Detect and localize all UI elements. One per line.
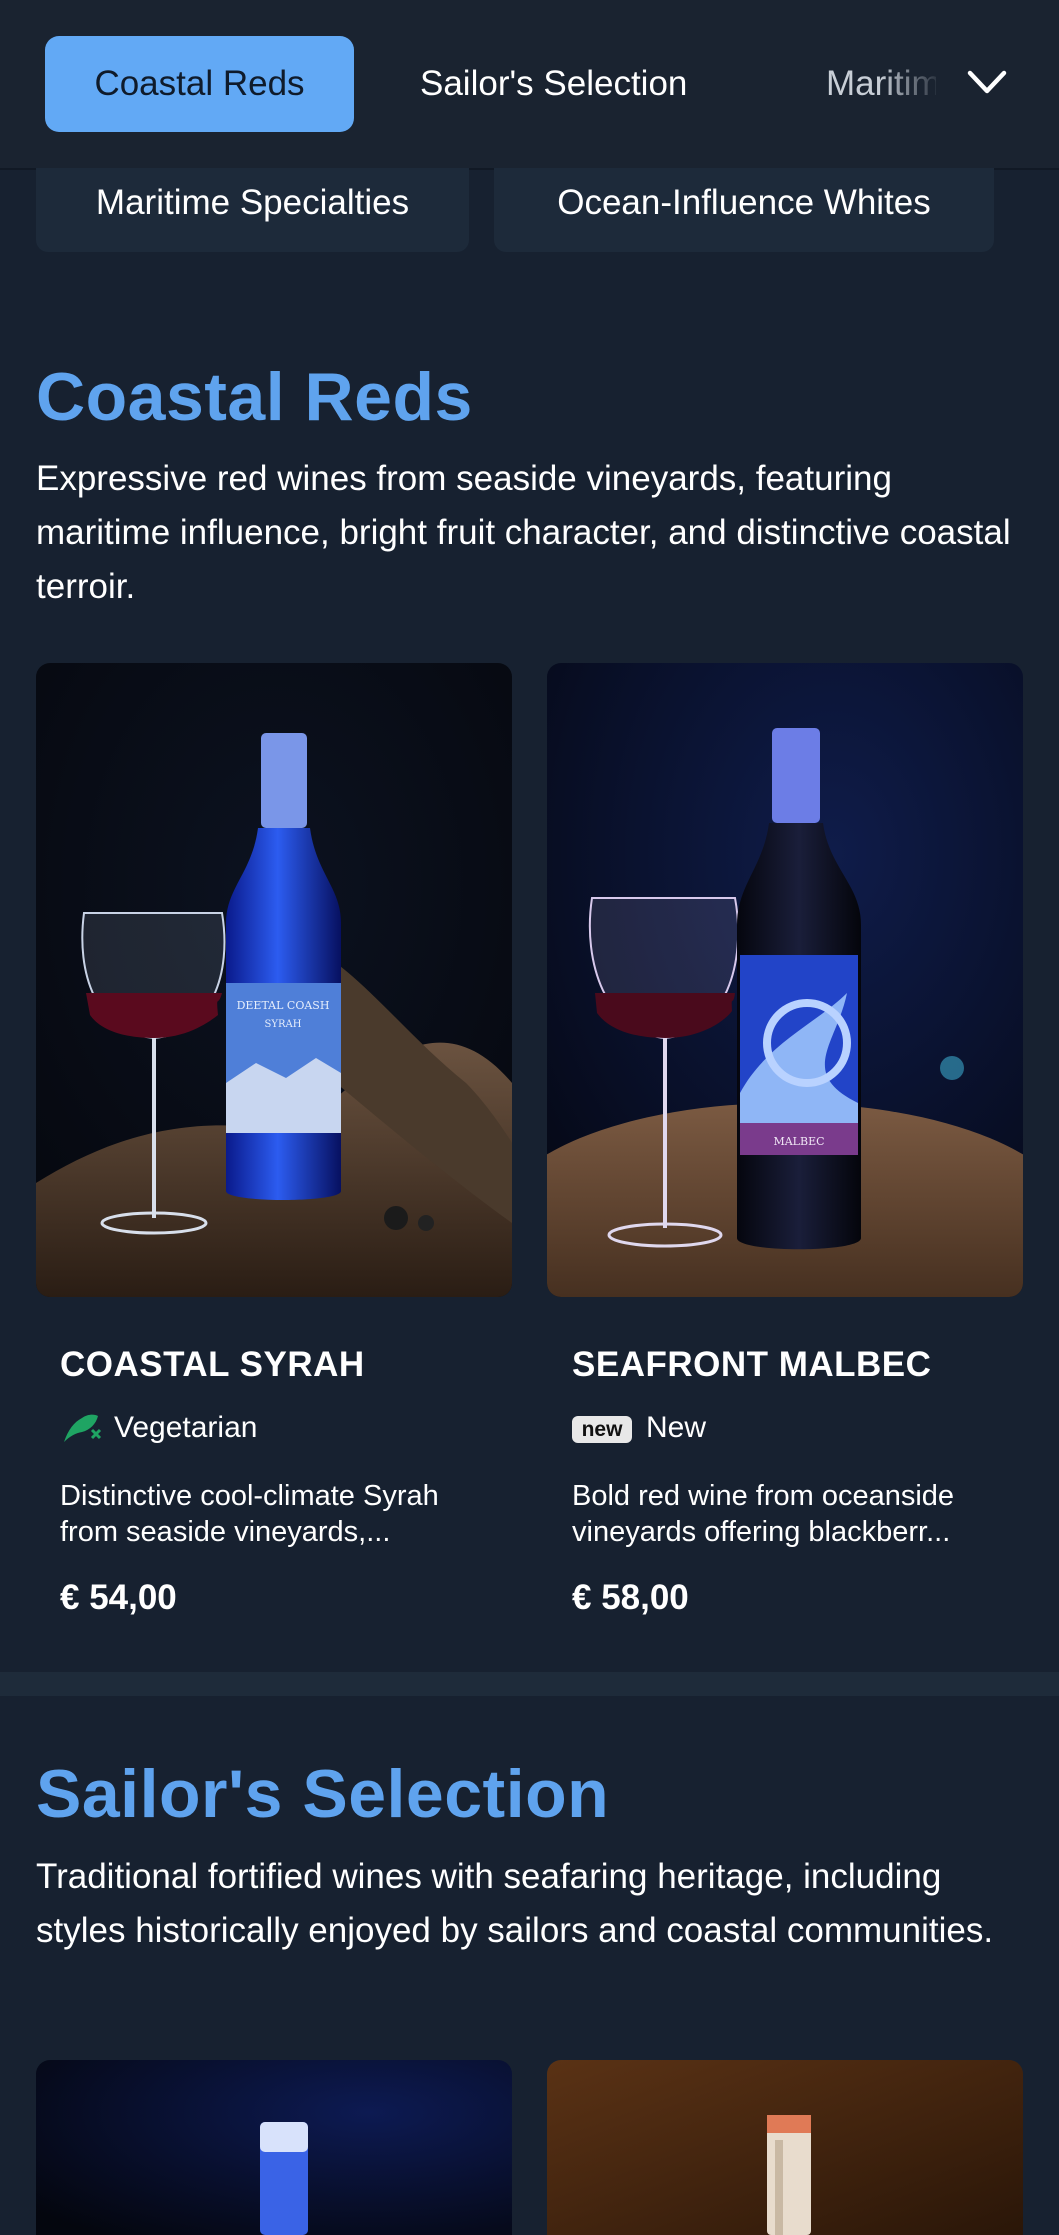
tab-coastal-reds[interactable]: Coastal Reds bbox=[45, 36, 354, 132]
product-image-coastal-syrah[interactable]: DEETAL COASH SYRAH bbox=[36, 663, 512, 1297]
product-price: € 54,00 bbox=[60, 1578, 177, 1617]
section-description: Expressive red wines from seaside vineya… bbox=[36, 459, 1011, 606]
new-badge: new New bbox=[572, 1410, 872, 1446]
vegetarian-icon bbox=[64, 1414, 102, 1442]
chevron-down-icon[interactable] bbox=[964, 64, 1010, 100]
bottle-label-text: SYRAH bbox=[265, 1019, 302, 1030]
tab-fade bbox=[880, 36, 970, 132]
bottle-label-text: MALBEC bbox=[773, 1135, 824, 1148]
badge-label: New bbox=[646, 1411, 707, 1444]
section-description: Traditional fortified wines with seafari… bbox=[36, 1857, 994, 1950]
tab-sailors-selection[interactable]: Sailor's Selection bbox=[420, 36, 687, 132]
product-image[interactable] bbox=[36, 2060, 512, 2235]
more-categories: Maritime Specialties Ocean-Influence Whi… bbox=[0, 168, 1059, 252]
product-description: Bold red wine from oceanside bbox=[572, 1480, 955, 1512]
section-title: Sailor's Selection bbox=[36, 1756, 610, 1832]
product-name[interactable]: COASTAL SYRAH bbox=[60, 1345, 365, 1385]
vegetarian-badge: Vegetarian bbox=[60, 1410, 360, 1446]
category-nav: Coastal Reds Sailor's Selection Maritime… bbox=[0, 0, 1059, 170]
section-title: Coastal Reds bbox=[36, 359, 473, 435]
product-name[interactable]: SEAFRONT MALBEC bbox=[572, 1345, 931, 1385]
badge-label: Vegetarian bbox=[114, 1411, 258, 1444]
product-description: from seaside vineyards,... bbox=[60, 1516, 391, 1548]
product-description: Distinctive cool-climate Syrah bbox=[60, 1480, 439, 1512]
chip-maritime-specialties[interactable]: Maritime Specialties bbox=[36, 168, 469, 252]
product-image[interactable] bbox=[547, 2060, 1023, 2235]
section-divider bbox=[0, 1672, 1059, 1696]
chip-ocean-influence-whites[interactable]: Ocean-Influence Whites bbox=[494, 168, 994, 252]
new-badge-icon: new bbox=[572, 1416, 632, 1443]
bottle-label-text: DEETAL COASH bbox=[237, 999, 330, 1012]
product-description: vineyards offering blackberr... bbox=[572, 1516, 951, 1548]
product-image-seafront-malbec[interactable]: MALBEC bbox=[547, 663, 1023, 1297]
product-price: € 58,00 bbox=[572, 1578, 689, 1617]
